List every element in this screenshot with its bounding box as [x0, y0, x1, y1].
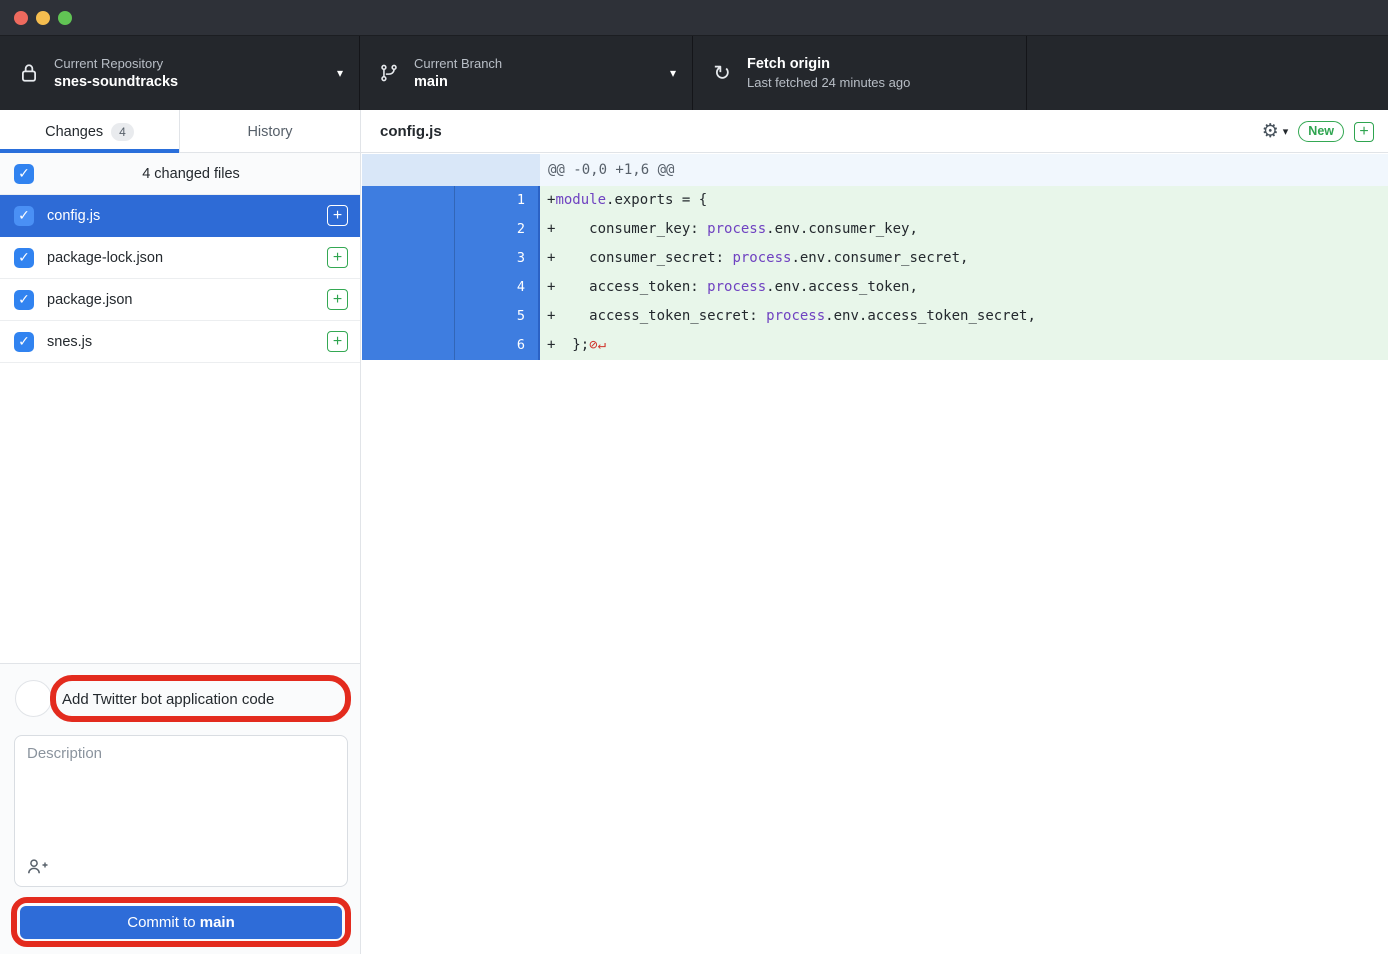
minimize-button[interactable] — [36, 11, 50, 25]
file-name: package-lock.json — [47, 250, 327, 266]
diff-line-5: 5+ access_token_secret: process.env.acce… — [362, 302, 1388, 331]
repository-label: Current Repository — [54, 56, 163, 71]
file-checkbox[interactable]: ✓ — [14, 206, 34, 226]
diff-line-6: 6+ };⊘↵ — [362, 331, 1388, 360]
diff-file-name: config.js — [380, 123, 1262, 140]
changes-count-badge: 4 — [111, 123, 134, 141]
hunk-gutter — [362, 154, 540, 186]
hunk-header-row: @@ -0,0 +1,6 @@ — [362, 154, 1388, 186]
select-all-checkbox[interactable]: ✓ — [14, 164, 34, 184]
tab-changes-label: Changes — [45, 124, 103, 140]
old-line-number — [362, 244, 455, 273]
file-name: config.js — [47, 208, 327, 224]
new-line-number: 1 — [455, 186, 538, 215]
tab-changes[interactable]: Changes 4 — [0, 110, 180, 153]
gear-icon: ⚙ — [1262, 122, 1279, 141]
person-plus-icon — [27, 858, 49, 875]
file-row-snes.js[interactable]: ✓ snes.js+ — [0, 321, 360, 363]
file-added-icon: + — [1354, 122, 1374, 142]
diff-line-gutter[interactable]: 3 — [362, 244, 540, 273]
old-line-number — [362, 186, 455, 215]
close-button[interactable] — [14, 11, 28, 25]
file-checkbox[interactable]: ✓ — [14, 290, 34, 310]
new-line-number: 6 — [455, 331, 538, 360]
old-line-number — [362, 331, 455, 360]
diff-line-code: + access_token_secret: process.env.acces… — [540, 302, 1388, 331]
fetch-label: Fetch origin — [747, 56, 830, 72]
diff-file-header: config.js ⚙ ▾ New + — [362, 110, 1388, 153]
old-line-number — [362, 215, 455, 244]
current-repository-dropdown[interactable]: Current Repository snes-soundtracks ▾ — [0, 36, 360, 110]
commit-summary-input[interactable] — [62, 684, 342, 714]
diff-line-gutter[interactable]: 1 — [362, 186, 540, 215]
tab-history[interactable]: History — [180, 110, 360, 153]
added-status-icon: + — [327, 289, 348, 310]
add-coauthor-button[interactable] — [27, 856, 53, 876]
zoom-button[interactable] — [58, 11, 72, 25]
fetch-origin-button[interactable]: ↻ Fetch origin Last fetched 24 minutes a… — [693, 36, 1027, 110]
file-row-package-lock.json[interactable]: ✓ package-lock.json+ — [0, 237, 360, 279]
commit-description-box — [14, 735, 348, 887]
toolbar: Current Repository snes-soundtracks ▾ Cu… — [0, 36, 1388, 110]
commit-button[interactable]: Commit to main — [20, 906, 342, 939]
added-status-icon: + — [327, 205, 348, 226]
diff-line-gutter[interactable]: 5 — [362, 302, 540, 331]
chevron-down-icon: ▾ — [337, 66, 343, 80]
diff-line-code: + };⊘↵ — [540, 331, 1388, 360]
added-status-icon: + — [327, 331, 348, 352]
diff-line-gutter[interactable]: 2 — [362, 215, 540, 244]
file-row-package.json[interactable]: ✓ package.json+ — [0, 279, 360, 321]
commit-description-input[interactable] — [27, 745, 335, 853]
file-row-config.js[interactable]: ✓ config.js+ — [0, 195, 360, 237]
select-all-row[interactable]: ✓ 4 changed files — [0, 153, 360, 195]
changed-files-count: 4 changed files — [34, 166, 348, 182]
diff-line-code: + access_token: process.env.access_token… — [540, 273, 1388, 302]
diff-view: @@ -0,0 +1,6 @@ 1+module.exports = {2+ c… — [362, 154, 1388, 360]
diff-line-3: 3+ consumer_secret: process.env.consumer… — [362, 244, 1388, 273]
sync-icon: ↻ — [709, 63, 735, 84]
file-name: snes.js — [47, 334, 327, 350]
branch-label: Current Branch — [414, 56, 502, 71]
diff-options-button[interactable]: ⚙ ▾ — [1262, 122, 1289, 141]
new-line-number: 4 — [455, 273, 538, 302]
diff-line-2: 2+ consumer_key: process.env.consumer_ke… — [362, 215, 1388, 244]
git-branch-icon — [376, 63, 402, 83]
old-line-number — [362, 273, 455, 302]
tab-history-label: History — [247, 124, 292, 140]
file-name: package.json — [47, 292, 327, 308]
last-fetched-text: Last fetched 24 minutes ago — [747, 75, 910, 90]
avatar — [15, 680, 52, 717]
file-checkbox[interactable]: ✓ — [14, 332, 34, 352]
header-row: Changes 4 History config.js ⚙ ▾ New + — [0, 110, 1388, 153]
new-line-number: 2 — [455, 215, 538, 244]
diff-line-1: 1+module.exports = { — [362, 186, 1388, 215]
new-line-number: 3 — [455, 244, 538, 273]
lock-icon — [16, 63, 42, 83]
diff-line-code: + consumer_secret: process.env.consumer_… — [540, 244, 1388, 273]
commit-button-prefix: Commit to — [127, 914, 200, 931]
commit-button-branch: main — [200, 914, 235, 931]
diff-line-4: 4+ access_token: process.env.access_toke… — [362, 273, 1388, 302]
old-line-number — [362, 302, 455, 331]
diff-line-code: + consumer_key: process.env.consumer_key… — [540, 215, 1388, 244]
diff-line-gutter[interactable]: 6 — [362, 331, 540, 360]
added-status-icon: + — [327, 247, 348, 268]
branch-name: main — [414, 74, 448, 90]
hunk-header-text: @@ -0,0 +1,6 @@ — [540, 154, 1388, 186]
chevron-down-icon: ▾ — [670, 66, 676, 80]
titlebar — [0, 0, 1388, 36]
repository-name: snes-soundtracks — [54, 74, 178, 90]
file-status-new-badge: New — [1298, 121, 1344, 142]
diff-line-gutter[interactable]: 4 — [362, 273, 540, 302]
file-checkbox[interactable]: ✓ — [14, 248, 34, 268]
current-branch-dropdown[interactable]: Current Branch main ▾ — [360, 36, 693, 110]
sidebar-tabs: Changes 4 History — [0, 110, 361, 153]
new-line-number: 5 — [455, 302, 538, 331]
diff-line-code: +module.exports = { — [540, 186, 1388, 215]
chevron-down-icon: ▾ — [1283, 125, 1289, 138]
